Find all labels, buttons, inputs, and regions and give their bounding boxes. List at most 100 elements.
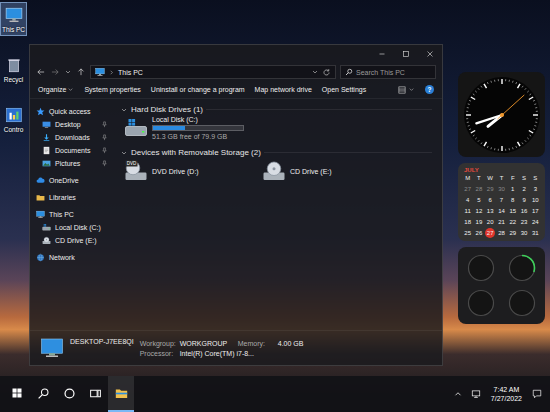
- sidebar-item[interactable]: Desktop: [36, 118, 108, 131]
- drive-usage-bar: [152, 125, 244, 131]
- close-icon: [425, 49, 435, 59]
- section-header[interactable]: Devices with Removable Storage (2): [120, 148, 432, 157]
- search-box[interactable]: Search This PC: [340, 65, 436, 79]
- toolbar-button[interactable]: Uninstall or change a program: [151, 86, 245, 93]
- help-button[interactable]: ?: [425, 85, 434, 94]
- tray-button[interactable]: [449, 376, 467, 412]
- tray-clock[interactable]: 7:42 AM7/27/2022: [485, 386, 528, 402]
- gauge-ring: [508, 254, 536, 282]
- breadcrumb-item[interactable]: This PC: [118, 69, 143, 76]
- calendar-day[interactable]: 31: [530, 228, 540, 238]
- down-icon: [64, 68, 72, 76]
- calendar-day[interactable]: 26: [474, 228, 484, 238]
- calendar-day[interactable]: 28: [474, 184, 484, 194]
- sidebar-item[interactable]: This PC: [36, 208, 108, 221]
- up-button[interactable]: [76, 67, 86, 77]
- calendar-day[interactable]: 24: [530, 217, 540, 227]
- sidebar-item[interactable]: Documents: [36, 144, 108, 157]
- drive-tile[interactable]: Local Disk (C:)51.3 GB free of 79.9 GB: [124, 116, 256, 140]
- cd-icon: [42, 236, 51, 245]
- explorer-window: This PC Search This PC Organize System prop…: [29, 44, 443, 366]
- calendar-day[interactable]: 5: [474, 195, 484, 205]
- calendar-day[interactable]: 8: [508, 195, 518, 205]
- calendar-day[interactable]: 12: [474, 206, 484, 216]
- drive-name: Local Disk (C:): [152, 116, 244, 123]
- taskbar-button[interactable]: [30, 376, 56, 412]
- calendar-day[interactable]: 29: [508, 228, 518, 238]
- calendar-weekday: S: [530, 174, 541, 183]
- taskbar-button[interactable]: [82, 376, 108, 412]
- view-button[interactable]: [397, 85, 415, 95]
- gauge[interactable]: [467, 289, 495, 317]
- toolbar-button[interactable]: Organize: [38, 86, 74, 93]
- desktop-icon[interactable]: Recycl: [0, 52, 27, 86]
- toolbar-button[interactable]: Open Settings: [322, 86, 366, 93]
- pc-icon: [36, 210, 45, 219]
- down-icon: [67, 86, 74, 93]
- desktop-icon[interactable]: Contro: [0, 102, 27, 136]
- calendar-day[interactable]: 19: [474, 217, 484, 227]
- calendar-day[interactable]: 3: [530, 184, 540, 194]
- calendar-day[interactable]: 23: [519, 217, 529, 227]
- calendar-day[interactable]: 7: [496, 195, 506, 205]
- calendar-day[interactable]: 27: [485, 228, 495, 238]
- taskbar: 7:42 AM7/27/2022: [0, 376, 550, 412]
- calendar-day[interactable]: 4: [463, 195, 473, 205]
- desktop-icon[interactable]: This PC: [0, 2, 27, 36]
- calendar-day[interactable]: 14: [496, 206, 506, 216]
- calendar-day[interactable]: 11: [463, 206, 473, 216]
- calendar-day[interactable]: 30: [496, 184, 506, 194]
- calendar-weekday: T: [473, 174, 484, 183]
- back-button[interactable]: [36, 67, 46, 77]
- calendar-day[interactable]: 28: [496, 228, 506, 238]
- toolbar-button[interactable]: Map network drive: [255, 86, 312, 93]
- sidebar-item[interactable]: Downloads: [36, 131, 108, 144]
- sidebar-item[interactable]: Pictures: [36, 157, 108, 170]
- calendar-day[interactable]: 22: [508, 217, 518, 227]
- gauge[interactable]: [508, 254, 536, 282]
- calendar-day[interactable]: 13: [485, 206, 495, 216]
- address-bar[interactable]: This PC: [90, 65, 336, 79]
- calendar-day[interactable]: 30: [519, 228, 529, 238]
- calendar-day[interactable]: 9: [519, 195, 529, 205]
- calendar-day[interactable]: 29: [485, 184, 495, 194]
- sidebar-item[interactable]: OneDrive: [36, 174, 108, 187]
- chevron-icon: [453, 389, 463, 399]
- gauge[interactable]: [508, 289, 536, 317]
- second-hand: [497, 94, 524, 118]
- calendar-day[interactable]: 18: [463, 217, 473, 227]
- taskbar-button[interactable]: [108, 376, 134, 412]
- close-button[interactable]: [418, 45, 442, 63]
- calendar-weekday: W: [485, 174, 496, 183]
- tray-button[interactable]: [467, 376, 485, 412]
- toolbar-button[interactable]: System properties: [84, 86, 140, 93]
- calendar-day[interactable]: 21: [496, 217, 506, 227]
- calendar-day[interactable]: 17: [530, 206, 540, 216]
- gauge[interactable]: [467, 254, 495, 282]
- taskbar-button[interactable]: [56, 376, 82, 412]
- calendar-day[interactable]: 27: [463, 184, 473, 194]
- calendar-day[interactable]: 2: [519, 184, 529, 194]
- drive-tile[interactable]: CD Drive (E:): [262, 159, 394, 183]
- calendar-day[interactable]: 15: [508, 206, 518, 216]
- calendar-day[interactable]: 16: [519, 206, 529, 216]
- sidebar-item[interactable]: Quick access: [36, 105, 108, 118]
- calendar-day[interactable]: 20: [485, 217, 495, 227]
- sidebar-item[interactable]: Network: [36, 251, 108, 264]
- calendar-day[interactable]: 10: [530, 195, 540, 205]
- sidebar-item[interactable]: Libraries: [36, 191, 108, 204]
- maximize-button[interactable]: [394, 45, 418, 63]
- drive-tile[interactable]: DVDDVD Drive (D:): [124, 159, 256, 183]
- notification-button[interactable]: [528, 376, 546, 412]
- calendar-day[interactable]: 6: [485, 195, 495, 205]
- search-icon: [37, 387, 50, 400]
- forward-button[interactable]: [50, 67, 60, 77]
- sidebar-item[interactable]: CD Drive (E:): [36, 234, 108, 247]
- sidebar-item[interactable]: Local Disk (C:): [36, 221, 108, 234]
- calendar-day[interactable]: 1: [508, 184, 518, 194]
- section-header[interactable]: Hard Disk Drives (1): [120, 105, 432, 114]
- taskbar-button[interactable]: [4, 376, 30, 412]
- minimize-button[interactable]: [370, 45, 394, 63]
- calendar-day[interactable]: 25: [463, 228, 473, 238]
- recent-button[interactable]: [64, 68, 72, 76]
